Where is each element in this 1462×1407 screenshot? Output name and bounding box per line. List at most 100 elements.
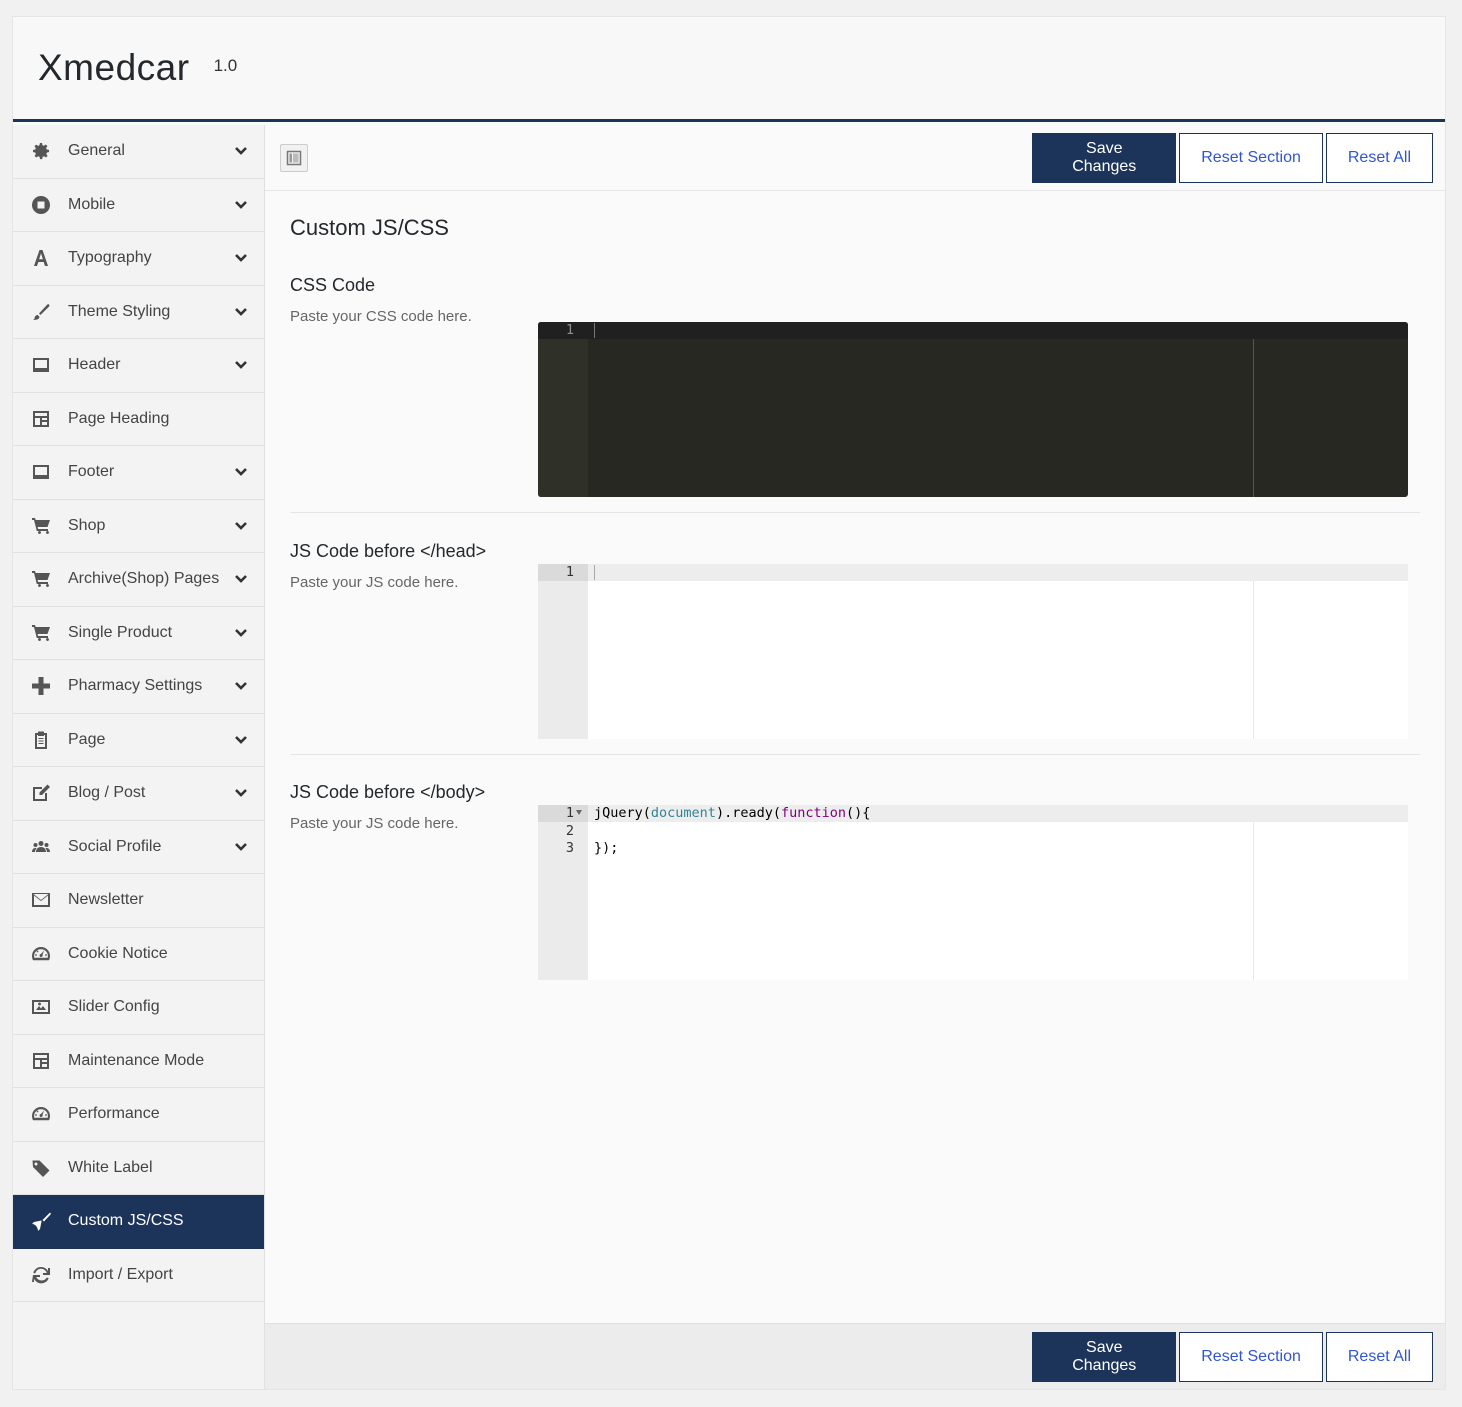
fold-arrow-icon[interactable]	[576, 810, 582, 815]
sidebar-item-footer[interactable]: Footer	[13, 446, 264, 500]
users-icon	[30, 836, 52, 858]
sidebar-item-typography[interactable]: Typography	[13, 232, 264, 286]
chevron-down-icon[interactable]	[234, 465, 248, 479]
sidebar-item-social-profile[interactable]: Social Profile	[13, 821, 264, 874]
chevron-down-icon[interactable]	[234, 519, 248, 533]
chevron-down-icon[interactable]	[234, 786, 248, 800]
editor-line-code: jQuery(document).ready(function(){	[594, 805, 871, 821]
sidebar-item-label: Newsletter	[68, 891, 144, 909]
expand-toggle-button[interactable]	[280, 144, 308, 172]
sidebar-item-label: Page	[68, 730, 106, 748]
sidebar-item-general[interactable]: General	[13, 125, 264, 179]
mobile-icon	[30, 194, 52, 216]
envelope-icon	[30, 889, 52, 911]
sidebar-item-label: Blog / Post	[68, 784, 146, 802]
sidebar-item-single-product[interactable]: Single Product	[13, 607, 264, 660]
field-divider	[290, 512, 1420, 513]
sidebar-item-label: Custom JS/CSS	[68, 1212, 184, 1230]
editor-line: 2	[538, 823, 1408, 840]
top-button-group: Save Changes Reset Section Reset All	[1032, 133, 1433, 183]
reset-section-button[interactable]: Reset Section	[1179, 1332, 1323, 1382]
tag-icon	[30, 1157, 52, 1179]
field-divider	[290, 754, 1420, 755]
field-label: JS Code before </body>	[290, 782, 486, 802]
sidebar-item-label: General	[68, 142, 125, 160]
sidebar-item-label: Mobile	[68, 195, 116, 213]
dashboard-icon	[30, 1103, 52, 1125]
sidebar-item-performance[interactable]: Performance	[13, 1088, 264, 1142]
sidebar-item-label: Pharmacy Settings	[68, 677, 203, 695]
sidebar-item-archive-shop-pages[interactable]: Archive(Shop) Pages	[13, 553, 264, 607]
save-changes-button[interactable]: Save Changes	[1032, 1332, 1177, 1382]
layout-icon	[30, 408, 52, 430]
line-number: 3	[565, 840, 574, 856]
plus-icon	[30, 675, 52, 697]
cart-icon	[30, 622, 52, 644]
editor-line: 1 jQuery(document).ready(function(){	[538, 805, 1408, 822]
sidebar-item-mobile[interactable]: Mobile	[13, 179, 264, 232]
js-head-code-editor[interactable]: 1	[538, 564, 1408, 739]
sidebar-item-import-export[interactable]: Import / Export	[13, 1249, 264, 1302]
chevron-down-icon[interactable]	[234, 626, 248, 640]
line-number: 1	[565, 805, 574, 821]
reset-section-button[interactable]: Reset Section	[1179, 133, 1323, 183]
app-version: 1.0	[213, 56, 238, 75]
sidebar-item-shop[interactable]: Shop	[13, 500, 264, 553]
sidebar-item-page[interactable]: Page	[13, 714, 264, 767]
editor-gutter	[538, 564, 588, 739]
edit-icon	[30, 782, 52, 804]
sidebar-item-custom-js-css[interactable]: Custom JS/CSS	[13, 1195, 264, 1249]
top-toolbar: Save Changes Reset Section Reset All	[265, 125, 1445, 191]
header: Xmedcar 1.0	[13, 17, 1445, 122]
editor-line: 1	[538, 564, 1408, 581]
chevron-down-icon[interactable]	[234, 144, 248, 158]
chevron-down-icon[interactable]	[234, 198, 248, 212]
sidebar-item-label: Maintenance Mode	[68, 1051, 205, 1069]
sidebar-item-label: Single Product	[68, 623, 173, 641]
field-label: JS Code before </head>	[290, 541, 487, 561]
sidebar-item-header[interactable]: Header	[13, 339, 264, 393]
editor-line: 1	[538, 322, 1408, 339]
chevron-down-icon[interactable]	[234, 733, 248, 747]
sidebar-item-white-label[interactable]: White Label	[13, 1142, 264, 1195]
chevron-down-icon[interactable]	[234, 572, 248, 586]
css-code-editor[interactable]: 1	[538, 322, 1408, 497]
chevron-down-icon[interactable]	[234, 251, 248, 265]
sidebar-item-label: Footer	[68, 463, 115, 481]
chevron-down-icon[interactable]	[234, 305, 248, 319]
cart-icon	[30, 515, 52, 537]
js-body-code-editor[interactable]: 1 jQuery(document).ready(function(){ 2 3…	[538, 805, 1408, 980]
sidebar-item-label: Import / Export	[68, 1265, 173, 1283]
reset-all-button[interactable]: Reset All	[1325, 133, 1433, 183]
reset-all-button[interactable]: Reset All	[1325, 1332, 1433, 1382]
chevron-down-icon[interactable]	[234, 679, 248, 693]
editor-gutter	[538, 322, 588, 497]
options-panel: Xmedcar 1.0 General Mobile Typography Theme…	[12, 16, 1446, 1390]
sidebar-item-slider-config[interactable]: Slider Config	[13, 981, 264, 1035]
sidebar-item-cookie-notice[interactable]: Cookie Notice	[13, 928, 264, 981]
sidebar-item-label: Typography	[68, 249, 152, 267]
sidebar-item-blog-post[interactable]: Blog / Post	[13, 767, 264, 821]
sidebar-item-label: Social Profile	[68, 837, 162, 855]
chevron-down-icon[interactable]	[234, 840, 248, 854]
line-number: 2	[565, 822, 574, 839]
sidebar-item-theme-styling[interactable]: Theme Styling	[13, 286, 264, 339]
save-changes-button[interactable]: Save Changes	[1032, 133, 1177, 183]
editor-line-code: });	[594, 840, 619, 856]
css-code-field: CSS Code Paste your CSS code here.	[290, 275, 1420, 325]
picture-icon	[30, 996, 52, 1018]
bottom-button-group: Save Changes Reset Section Reset All	[1032, 1332, 1433, 1382]
line-number: 1	[565, 322, 574, 338]
editor-print-margin	[1253, 581, 1254, 739]
sidebar-item-maintenance-mode[interactable]: Maintenance Mode	[13, 1035, 264, 1088]
sidebar-item-label: Header	[68, 356, 121, 374]
main-content: Save Changes Reset Section Reset All Cus…	[265, 125, 1445, 1389]
chevron-down-icon[interactable]	[234, 358, 248, 372]
sidebar-item-page-heading[interactable]: Page Heading	[13, 393, 264, 446]
sidebar-item-label: Page Heading	[68, 409, 170, 427]
sidebar-item-pharmacy-settings[interactable]: Pharmacy Settings	[13, 660, 264, 714]
sidebar: General Mobile Typography Theme Styling Head…	[13, 125, 265, 1389]
sidebar-item-newsletter[interactable]: Newsletter	[13, 874, 264, 928]
sidebar-item-label: Archive(Shop) Pages	[68, 570, 220, 588]
bottom-toolbar: Save Changes Reset Section Reset All	[265, 1323, 1445, 1389]
